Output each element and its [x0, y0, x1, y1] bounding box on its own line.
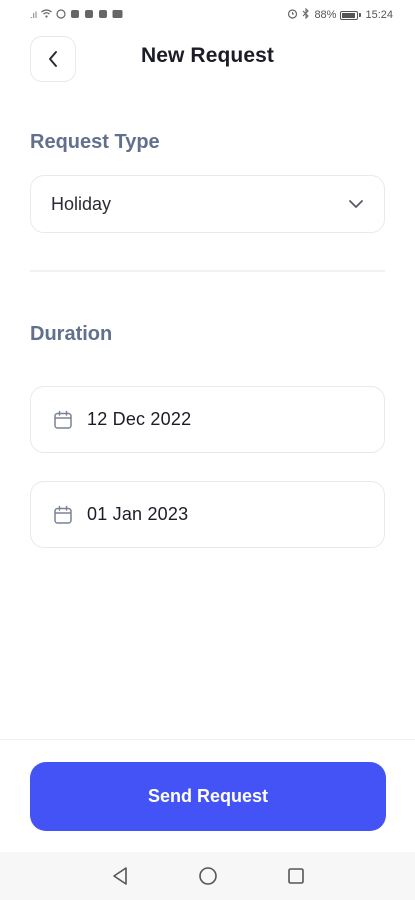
- status-bar: .ıl 88% 15:24: [0, 0, 415, 30]
- request-type-label: Request Type: [30, 131, 160, 153]
- nav-home-button[interactable]: [193, 861, 223, 891]
- start-date-value: 12 Dec 2022: [87, 409, 192, 429]
- system-nav-bar: [0, 852, 415, 900]
- signal-icon: .ıl: [30, 10, 38, 20]
- status-right-icons: 88% 15:24: [287, 7, 393, 22]
- clock: 15:24: [365, 9, 393, 21]
- app-icon: [70, 9, 80, 22]
- triangle-back-icon: [112, 867, 127, 885]
- alarm-icon: [287, 8, 298, 22]
- battery-icon: [340, 10, 362, 20]
- duration-label: Duration: [30, 323, 113, 345]
- header: New Request: [0, 34, 415, 82]
- status-left-icons: .ıl: [30, 8, 123, 22]
- bluetooth-icon: [302, 7, 310, 22]
- chevron-down-icon: [349, 200, 363, 208]
- app-icon: [112, 9, 123, 22]
- app-icon: [84, 9, 94, 22]
- section-divider: [30, 270, 385, 272]
- circle-home-icon: [198, 867, 217, 885]
- whatsapp-icon: [56, 8, 66, 22]
- nav-back-button[interactable]: [105, 861, 135, 891]
- app-icon: [98, 9, 108, 22]
- calendar-icon: [54, 505, 72, 524]
- page-title: New Request: [141, 44, 274, 67]
- request-type-value: Holiday: [51, 193, 112, 214]
- end-date-value: 01 Jan 2023: [87, 504, 189, 524]
- request-type-select[interactable]: Holiday: [30, 175, 385, 233]
- nav-recents-button[interactable]: [281, 861, 311, 891]
- square-recents-icon: [287, 868, 304, 884]
- end-date-field[interactable]: 01 Jan 2023: [30, 481, 385, 548]
- start-date-field[interactable]: 12 Dec 2022: [30, 386, 385, 453]
- calendar-icon: [54, 410, 72, 429]
- battery-percent: 88%: [314, 9, 337, 21]
- wifi-icon: [41, 9, 52, 21]
- send-request-button[interactable]: Send Request: [30, 762, 386, 831]
- footer-divider: [0, 739, 415, 740]
